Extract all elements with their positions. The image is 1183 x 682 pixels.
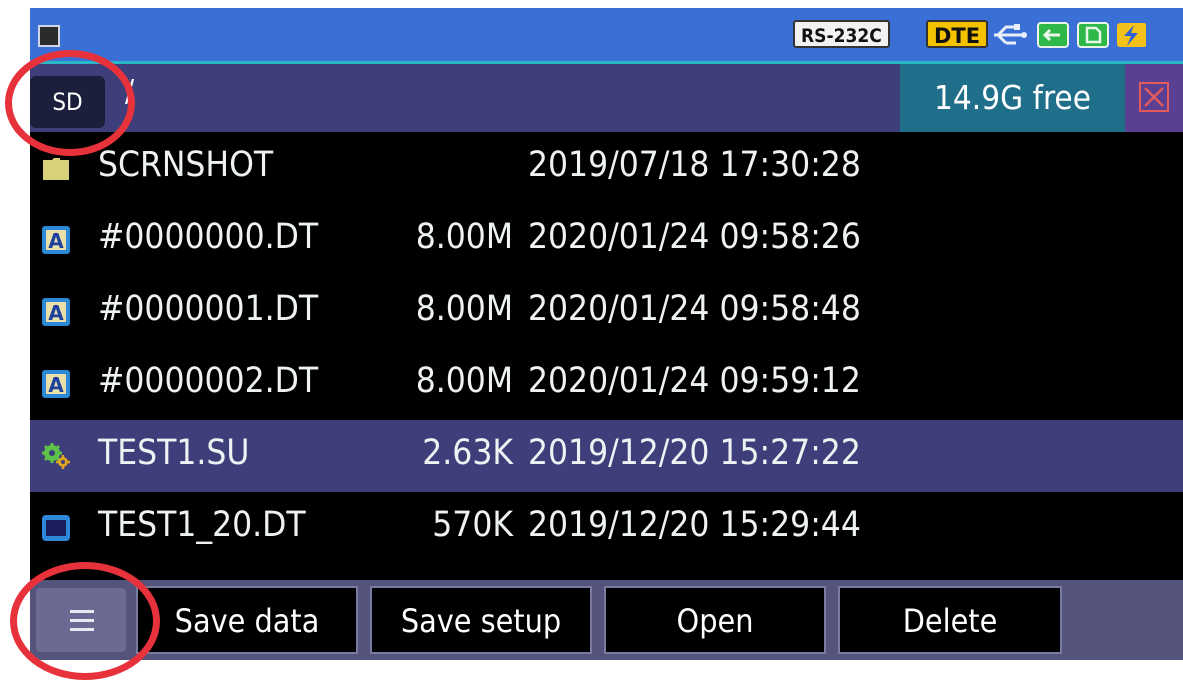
waveform-file-icon — [42, 515, 70, 541]
file-name: TEST1.SU — [98, 433, 250, 473]
delete-button[interactable]: Delete — [838, 586, 1062, 654]
dte-badge: DTE — [926, 20, 989, 48]
stop-icon — [38, 25, 60, 47]
file-name: #0000001.DT — [98, 289, 319, 329]
file-date: 2020/01/24 09:58:48 — [528, 289, 861, 329]
svg-text:A: A — [48, 373, 64, 397]
save-data-button[interactable]: Save data — [136, 586, 358, 654]
annotation-circle-sd — [5, 50, 135, 156]
file-size: 8.00M — [415, 361, 513, 401]
file-size: 8.00M — [415, 217, 513, 257]
file-date: 2020/01/24 09:59:12 — [528, 361, 861, 401]
open-button[interactable]: Open — [604, 586, 826, 654]
file-row[interactable]: A #0000001.DT 8.00M 2020/01/24 09:58:48 — [30, 276, 1183, 348]
file-row[interactable]: A #0000002.DT 8.00M 2020/01/24 09:59:12 — [30, 348, 1183, 420]
bottom-toolbar: Save data Save setup Open Delete — [30, 580, 1183, 660]
file-date: 2019/07/18 17:30:28 — [528, 145, 861, 185]
svg-text:A: A — [48, 301, 64, 325]
data-file-icon: A — [42, 370, 70, 398]
save-setup-button[interactable]: Save setup — [370, 586, 592, 654]
close-button[interactable] — [1125, 64, 1183, 132]
lan-icon — [1037, 22, 1069, 48]
sd-card-icon — [1077, 22, 1109, 48]
file-name: #0000002.DT — [98, 361, 319, 401]
data-file-icon: A — [42, 226, 70, 254]
file-row[interactable]: A #0000000.DT 8.00M 2020/01/24 09:58:26 — [30, 204, 1183, 276]
power-icon — [1117, 23, 1146, 47]
file-name: TEST1_20.DT — [98, 505, 306, 545]
svg-text:A: A — [48, 229, 64, 253]
path-bar: SD / 14.9G free — [30, 64, 1183, 132]
gear-icon — [42, 443, 70, 469]
device-screen: RS-232C DTE SD / 14.9G free SCRNSHOT 201… — [30, 8, 1183, 660]
file-row[interactable]: TEST1_20.DT 570K 2019/12/20 15:29:44 — [30, 492, 1183, 564]
rs232c-badge: RS-232C — [793, 20, 890, 48]
folder-icon — [43, 158, 69, 180]
annotation-circle-menu — [10, 562, 160, 680]
file-date: 2019/12/20 15:29:44 — [528, 505, 861, 545]
file-date: 2019/12/20 15:27:22 — [528, 433, 861, 473]
file-list: SCRNSHOT 2019/07/18 17:30:28 A #0000000.… — [30, 132, 1183, 564]
file-size: 8.00M — [415, 289, 513, 329]
file-row-folder[interactable]: SCRNSHOT 2019/07/18 17:30:28 — [30, 132, 1183, 204]
file-name: #0000000.DT — [98, 217, 319, 257]
file-row-selected[interactable]: TEST1.SU 2.63K 2019/12/20 15:27:22 — [30, 420, 1183, 492]
data-file-icon: A — [42, 298, 70, 326]
free-space-indicator: 14.9G free — [900, 64, 1125, 132]
close-icon — [1139, 82, 1169, 112]
file-size: 570K — [432, 505, 513, 545]
usb-icon — [994, 24, 1027, 45]
status-bar: RS-232C DTE — [30, 8, 1183, 64]
file-name: SCRNSHOT — [98, 145, 274, 185]
file-size: 2.63K — [422, 433, 513, 473]
file-date: 2020/01/24 09:58:26 — [528, 217, 861, 257]
